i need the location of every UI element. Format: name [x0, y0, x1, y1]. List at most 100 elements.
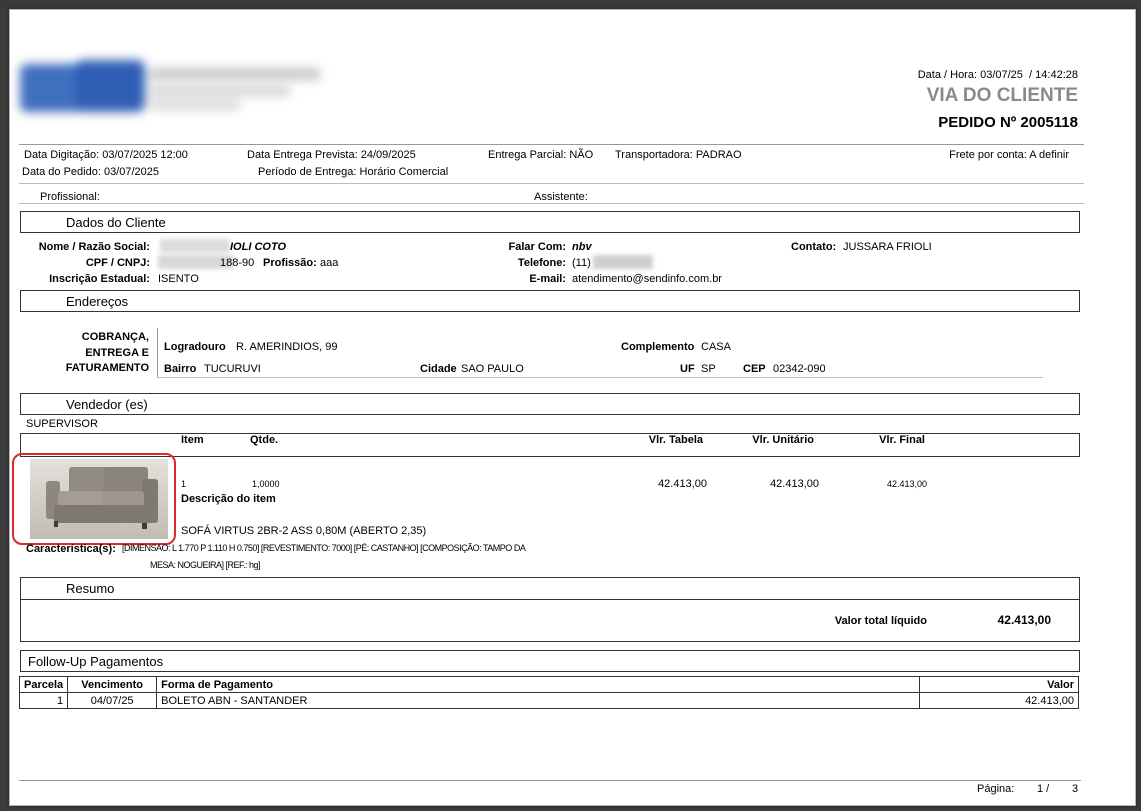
carac-label: Característica(s): [26, 543, 116, 555]
telefone-value: (11) [572, 257, 591, 269]
item-desc-label: Descrição do item [181, 493, 276, 505]
cell-forma: BOLETO ABN - SANTANDER [156, 692, 920, 709]
bairro-label: Bairro [164, 363, 197, 375]
col-valor: Valor [919, 676, 1079, 693]
col-vlr-final: Vlr. Final [879, 434, 925, 446]
cpf-value: 188-90 [220, 257, 255, 269]
section-title: Follow-Up Pagamentos [28, 654, 164, 669]
falar-value: nbv [572, 241, 592, 253]
divider [157, 328, 158, 377]
complemento-value: CASA [701, 341, 731, 353]
falar-label: Falar Com: [508, 241, 566, 253]
endereco-tipo-1: COBRANÇA, [81, 331, 149, 343]
periodo-value: Horário Comercial [359, 166, 449, 178]
cell-vencimento: 04/07/25 [67, 692, 158, 709]
col-item: Item [181, 434, 204, 446]
col-vlr-tabela: Vlr. Tabela [648, 434, 703, 446]
periodo-entrega: Período de Entrega: Horário Comercial [258, 166, 448, 178]
item-vlr-unitario: 42.413,00 [770, 478, 819, 490]
data-digitacao: Data Digitação: 03/07/2025 12:00 [24, 149, 188, 161]
logradouro-value: R. AMERINDIOS, 99 [236, 341, 338, 353]
entrega-prevista: Data Entrega Prevista: 24/09/2025 [247, 149, 416, 161]
footer-divider [19, 780, 1081, 781]
data-pedido: Data do Pedido: 03/07/2025 [22, 166, 160, 178]
section-resumo: Resumo Valor total líquido 42.413,00 [20, 577, 1080, 642]
col-vencimento: Vencimento [67, 676, 158, 693]
divider [19, 203, 1084, 204]
cep-value: 02342-090 [773, 363, 826, 375]
cidade-label: Cidade [420, 363, 457, 375]
cell-parcela: 1 [18, 692, 69, 709]
viewer-frame [0, 0, 1141, 9]
redacted-name [160, 239, 230, 253]
col-qtde: Qtde. [250, 434, 279, 446]
endereco-tipo-2: ENTREGA E [85, 347, 149, 359]
endereco-tipo-3: FATURAMENTO [65, 362, 149, 374]
redacted-phone [593, 255, 653, 269]
col-parcela: Parcela [18, 676, 69, 693]
table-row: 1 04/07/25 BOLETO ABN - SANTANDER 42.413… [18, 692, 1079, 709]
cell-valor: 42.413,00 [919, 692, 1079, 709]
section-title: Endereços [66, 294, 129, 309]
email-label: E-mail: [529, 273, 566, 285]
col-vlr-unitario: Vlr. Unitário [752, 434, 814, 446]
periodo-label: Período de Entrega: [258, 166, 357, 178]
profissao-label: Profissão: [263, 257, 317, 269]
ie-value: ISENTO [158, 273, 199, 285]
payments-table: Parcela Vencimento Forma de Pagamento Va… [18, 676, 1079, 709]
uf-label: UF [680, 363, 695, 375]
copy-label: VIA DO CLIENTE [926, 85, 1078, 106]
product-image [12, 453, 176, 545]
cep-label: CEP [743, 363, 766, 375]
section-pagamentos: Follow-Up Pagamentos [20, 650, 1080, 672]
item-vlr-tabela: 42.413,00 [658, 478, 707, 490]
cidade-value: SAO PAULO [461, 363, 524, 375]
nome-value: IOLI COTO [230, 241, 287, 253]
bairro-value: TUCURUVI [204, 363, 261, 375]
carac-line-2: MESA: NOGUEIRA] [REF.: hg] [150, 560, 261, 570]
contato-value: JUSSARA FRIOLI [843, 241, 932, 253]
cpf-label: CPF / CNPJ: [85, 257, 150, 269]
page-current: 1 / [1037, 783, 1050, 795]
logradouro-label: Logradouro [164, 341, 226, 353]
profissao-value: aaa [320, 257, 339, 269]
datetime-label: Data / Hora: [917, 69, 978, 81]
uf-value: SP [701, 363, 716, 375]
frete: Frete por conta: A definir [949, 149, 1069, 161]
datetime: Data / Hora: 03/07/25 / 14:42:28 [918, 69, 1078, 81]
item-number: 1 [181, 479, 187, 489]
nome-label: Nome / Razão Social: [38, 241, 150, 253]
time-value: 14:42:28 [1035, 69, 1078, 81]
company-logo [20, 58, 320, 118]
section-title: Resumo [66, 581, 115, 596]
item-desc-value: SOFÁ VIRTUS 2BR-2 ASS 0,80M (ABERTO 2,35… [181, 525, 427, 537]
telefone-label: Telefone: [517, 257, 566, 269]
section-title: Dados do Cliente [66, 215, 166, 230]
divider [19, 183, 1084, 184]
item-vlr-final: 42.413,00 [886, 479, 927, 489]
divider [157, 377, 1043, 378]
page-total: 3 [1072, 783, 1079, 795]
section-enderecos: Endereços [20, 290, 1080, 312]
time-separator: / [1029, 69, 1033, 81]
section-vendedor: Vendedor (es) [20, 393, 1080, 415]
document-page: Data / Hora: 03/07/25 / 14:42:28 VIA DO … [9, 9, 1136, 806]
profissional: Profissional: [40, 191, 100, 203]
col-forma: Forma de Pagamento [156, 676, 920, 693]
total-label: Valor total líquido [834, 615, 927, 627]
total-value: 42.413,00 [997, 613, 1051, 627]
order-number: PEDIDO Nº 2005118 [938, 114, 1078, 131]
email-value: atendimento@sendinfo.com.br [572, 273, 722, 285]
divider [19, 144, 1084, 145]
transportadora: Transportadora: PADRAO [615, 149, 742, 161]
date-value: 03/07/25 [980, 69, 1023, 81]
contato-label: Contato: [791, 241, 837, 253]
ie-label: Inscrição Estadual: [49, 273, 150, 285]
section-title: Vendedor (es) [66, 397, 148, 412]
sofa-icon [30, 459, 168, 539]
section-cliente: Dados do Cliente [20, 211, 1080, 233]
item-qtde: 1,0000 [252, 479, 280, 489]
entrega-parcial: Entrega Parcial: NÃO [488, 149, 594, 161]
page-label: Página: [977, 783, 1015, 795]
complemento-label: Complemento [621, 341, 695, 353]
